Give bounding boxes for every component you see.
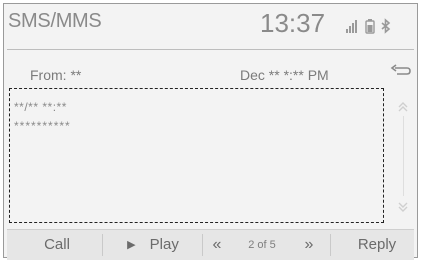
header-divider	[7, 49, 414, 50]
status-icons	[344, 18, 416, 34]
scrollbar-track[interactable]	[403, 116, 404, 196]
chevron-up-icon	[398, 102, 408, 112]
message-time: **/** **:**	[14, 100, 67, 114]
scroll-up-button[interactable]	[396, 100, 410, 114]
signal-icon	[346, 20, 357, 33]
battery-icon	[365, 19, 375, 34]
from-label: From: **	[30, 67, 82, 83]
return-arrow-icon	[390, 64, 411, 75]
play-label: Play	[149, 236, 179, 253]
sms-screen: SMS/MMS 13:37 From: ** Dec ** *:** PM **…	[3, 3, 418, 260]
page-indicator: 2 of 5	[248, 239, 276, 251]
reply-button[interactable]: Reply	[333, 230, 421, 260]
scroll-down-button[interactable]	[396, 200, 410, 214]
play-icon: ▶	[127, 239, 136, 251]
bluetooth-icon	[381, 18, 391, 34]
next-button[interactable]: »	[295, 230, 323, 260]
clock: 13:37	[260, 8, 326, 38]
screen-title: SMS/MMS	[8, 10, 102, 32]
message-text: **********	[14, 119, 71, 133]
call-button[interactable]: Call	[13, 230, 101, 260]
action-bar: Call ▶ Play « 2 of 5 » Reply	[7, 229, 414, 260]
play-button[interactable]: ▶ Play	[103, 230, 203, 260]
chevron-down-icon	[398, 202, 408, 212]
message-body-area[interactable]: **/** **:** **********	[9, 88, 384, 223]
previous-button[interactable]: «	[203, 230, 231, 260]
message-date: Dec ** *:** PM	[240, 67, 329, 83]
back-button[interactable]	[386, 62, 414, 84]
divider	[330, 234, 331, 256]
